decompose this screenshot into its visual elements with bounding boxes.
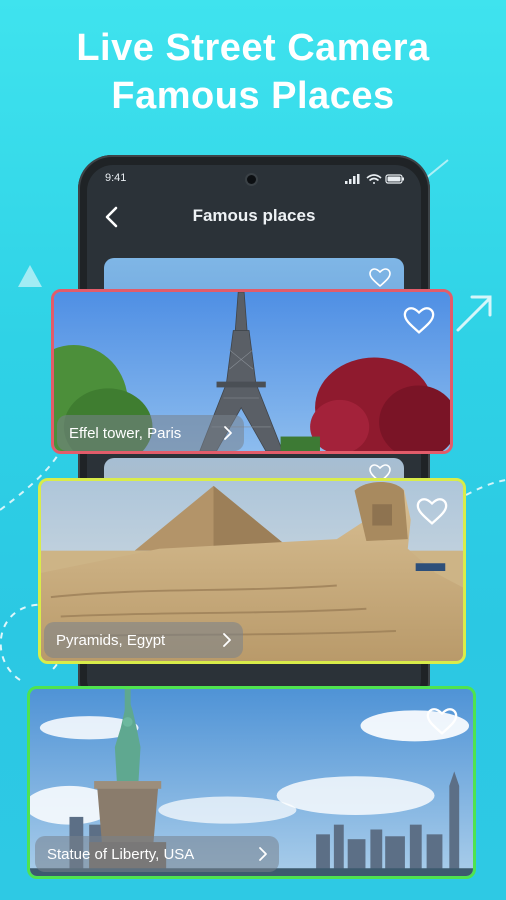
heart-outline-icon[interactable] [402,304,436,338]
chevron-right-icon [224,426,232,440]
battery-icon [385,174,404,184]
heart-outline-icon[interactable] [415,495,449,529]
front-camera [247,175,256,184]
dashed-line-top-right [425,159,449,179]
dashed-curve-right [465,479,506,496]
status-time: 9:41 [105,172,127,184]
place-label-button[interactable]: Effel tower, Paris [57,415,244,451]
signal-icon [345,174,360,184]
heart-outline-icon[interactable] [368,266,392,290]
status-bar: 9:41 [87,165,421,191]
triangle-decoration [18,265,42,287]
chevron-right-icon [259,847,267,861]
place-name: Effel tower, Paris [69,425,182,442]
arrow-up-right-decoration [456,295,492,332]
status-icons [345,174,404,184]
headline-line-2: Famous Places [111,75,395,117]
headline-line-1: Live Street Camera [76,27,430,69]
place-label-button[interactable]: Pyramids, Egypt [44,622,243,658]
screen-title: Famous places [192,206,316,225]
chevron-right-icon [223,633,231,647]
place-card-pyramids[interactable]: Pyramids, Egypt [38,478,466,664]
place-card-eiffel[interactable]: Effel tower, Paris [51,289,453,454]
heart-outline-icon[interactable] [425,705,459,739]
app-header: Famous places [87,195,421,239]
headline: Live Street Camera Famous Places [0,24,506,120]
place-label-button[interactable]: Statue of Liberty, USA [35,836,279,872]
place-card-liberty[interactable]: Statue of Liberty, USA [27,686,476,879]
place-name: Statue of Liberty, USA [47,846,195,863]
wifi-icon [366,174,382,184]
place-name: Pyramids, Egypt [56,632,166,649]
